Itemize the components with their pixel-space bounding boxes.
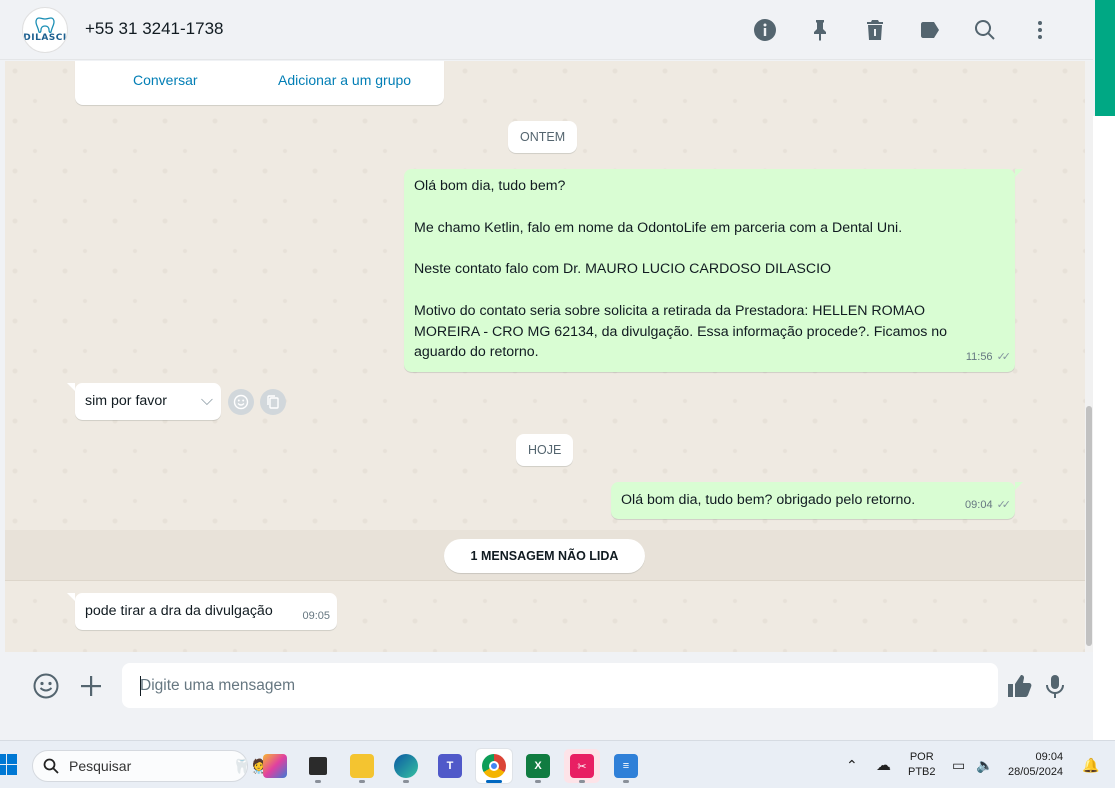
day-chip-yesterday: ONTEM bbox=[508, 121, 578, 153]
chat-link[interactable]: Conversar bbox=[133, 72, 198, 88]
message-text: Olá bom dia, tudo bem? bbox=[414, 178, 566, 194]
keyboard-language[interactable]: POR PTB2 bbox=[908, 741, 936, 788]
taskbar-clock[interactable]: 09:04 28/05/2024 bbox=[1008, 741, 1063, 788]
taskbar-chrome[interactable] bbox=[476, 749, 512, 783]
bubble-tail bbox=[67, 593, 75, 601]
message-time: 09:04 bbox=[965, 499, 993, 512]
text-caret bbox=[140, 676, 141, 696]
message-incoming[interactable]: pode tirar a dra da divulgação 09:05 bbox=[75, 593, 337, 630]
search-icon bbox=[43, 758, 59, 774]
more-options-icon[interactable] bbox=[1012, 16, 1067, 44]
message-time: 11:56 bbox=[965, 351, 993, 364]
taskbar-edge[interactable] bbox=[388, 749, 424, 783]
excel-icon: X bbox=[526, 754, 550, 778]
pin-icon[interactable] bbox=[792, 16, 847, 44]
message-text: pode tirar a dra da divulgação bbox=[85, 603, 273, 619]
chat-header: DILASCI +55 31 3241-1738 bbox=[0, 0, 1093, 60]
volume-icon[interactable]: 🔈 bbox=[976, 741, 993, 788]
network-icon[interactable]: ▭ bbox=[952, 741, 965, 788]
message-time: 09:05 bbox=[302, 610, 330, 623]
info-icon[interactable] bbox=[737, 16, 792, 44]
avatar-brand-text: DILASCI bbox=[23, 33, 67, 43]
copy-icon[interactable] bbox=[260, 389, 286, 415]
react-emoji-icon[interactable] bbox=[228, 389, 254, 415]
message-text: sim por favor bbox=[85, 393, 167, 409]
bubble-tail bbox=[67, 383, 75, 391]
snipping-tool-icon: ✂ bbox=[570, 754, 594, 778]
bubble-tail bbox=[1015, 169, 1023, 177]
message-outgoing[interactable]: Olá bom dia, tudo bem? obrigado pelo ret… bbox=[611, 482, 1015, 519]
windows-start-icon[interactable] bbox=[0, 754, 18, 776]
copilot-icon bbox=[263, 754, 287, 778]
microphone-icon[interactable] bbox=[1041, 672, 1069, 700]
thumbs-up-icon[interactable] bbox=[1005, 672, 1033, 700]
message-incoming[interactable]: sim por favor ⌵ bbox=[75, 383, 221, 420]
message-text: Olá bom dia, tudo bem? obrigado pelo ret… bbox=[621, 492, 916, 508]
folder-icon bbox=[350, 754, 374, 778]
contact-name[interactable]: +55 31 3241-1738 bbox=[85, 19, 224, 39]
onedrive-offline-icon[interactable]: ☁ bbox=[876, 741, 891, 788]
taskbar-excel[interactable]: X bbox=[520, 749, 556, 783]
day-chip-today: HOJE bbox=[516, 434, 574, 466]
chat-scrollbar-thumb[interactable] bbox=[1086, 406, 1092, 646]
taskbar-file-explorer[interactable] bbox=[344, 749, 380, 783]
window-edge bbox=[1093, 116, 1115, 740]
taskbar-teams[interactable]: T bbox=[432, 749, 468, 783]
clear-chat-icon[interactable] bbox=[847, 16, 902, 44]
taskbar-copilot[interactable] bbox=[257, 749, 293, 783]
notification-bell-icon[interactable]: 🔔 bbox=[1082, 741, 1099, 788]
read-ticks-icon: ✓✓ bbox=[996, 351, 1012, 364]
chrome-icon bbox=[482, 754, 506, 778]
windows-taskbar: Pesquisar 🦷🧑‍⚕️ T X ✂ ≡ ⌃ ☁ POR PTB2 ▭ 🔈 … bbox=[0, 740, 1115, 788]
language-top: POR bbox=[909, 751, 934, 763]
taskbar-notepad[interactable]: ≡ bbox=[608, 749, 644, 783]
taskbar-snipping-tool[interactable]: ✂ bbox=[564, 749, 600, 783]
taskbar-search-label: Pesquisar bbox=[69, 758, 132, 774]
label-icon[interactable] bbox=[902, 16, 957, 44]
message-outgoing[interactable]: Olá bom dia, tudo bem? Me chamo Ketlin, … bbox=[404, 169, 1015, 372]
taskbar-search[interactable]: Pesquisar 🦷🧑‍⚕️ bbox=[32, 750, 268, 782]
tray-overflow-chevron-icon[interactable]: ⌃ bbox=[846, 741, 858, 788]
message-input[interactable] bbox=[122, 663, 998, 708]
read-ticks-icon: ✓✓ bbox=[996, 499, 1012, 512]
message-composer bbox=[5, 652, 1093, 720]
notepad-icon: ≡ bbox=[614, 754, 638, 778]
emoji-icon[interactable] bbox=[32, 672, 60, 700]
add-to-group-link[interactable]: Adicionar a um grupo bbox=[278, 72, 411, 88]
message-text: Me chamo Ketlin, falo em nome da OdontoL… bbox=[414, 219, 903, 236]
edge-icon bbox=[394, 754, 418, 778]
language-bottom: PTB2 bbox=[908, 766, 936, 778]
bubble-tail bbox=[1015, 482, 1023, 490]
task-view-icon bbox=[309, 757, 327, 775]
attach-plus-icon[interactable] bbox=[77, 672, 105, 700]
chat-panel[interactable]: Conversar Adicionar a um grupo ONTEM Olá… bbox=[5, 61, 1093, 652]
clock-time: 09:04 bbox=[1035, 751, 1064, 763]
teams-icon: T bbox=[438, 754, 462, 778]
contact-card: Conversar Adicionar a um grupo bbox=[75, 61, 444, 105]
message-text: Neste contato falo com Dr. MAURO LUCIO C… bbox=[414, 261, 832, 278]
message-menu-chevron-icon[interactable]: ⌵ bbox=[201, 391, 213, 412]
unread-divider: 1 MENSAGEM NÃO LIDA bbox=[444, 539, 645, 573]
taskbar-task-view[interactable] bbox=[300, 749, 336, 783]
window-accent-strip bbox=[1095, 0, 1115, 116]
tooth-logo-icon bbox=[35, 17, 55, 33]
clock-date: 28/05/2024 bbox=[1008, 766, 1064, 778]
contact-avatar[interactable]: DILASCI bbox=[22, 7, 68, 53]
message-text: Motivo do contato seria sobre solicita a… bbox=[414, 302, 948, 361]
search-icon[interactable] bbox=[957, 16, 1012, 44]
